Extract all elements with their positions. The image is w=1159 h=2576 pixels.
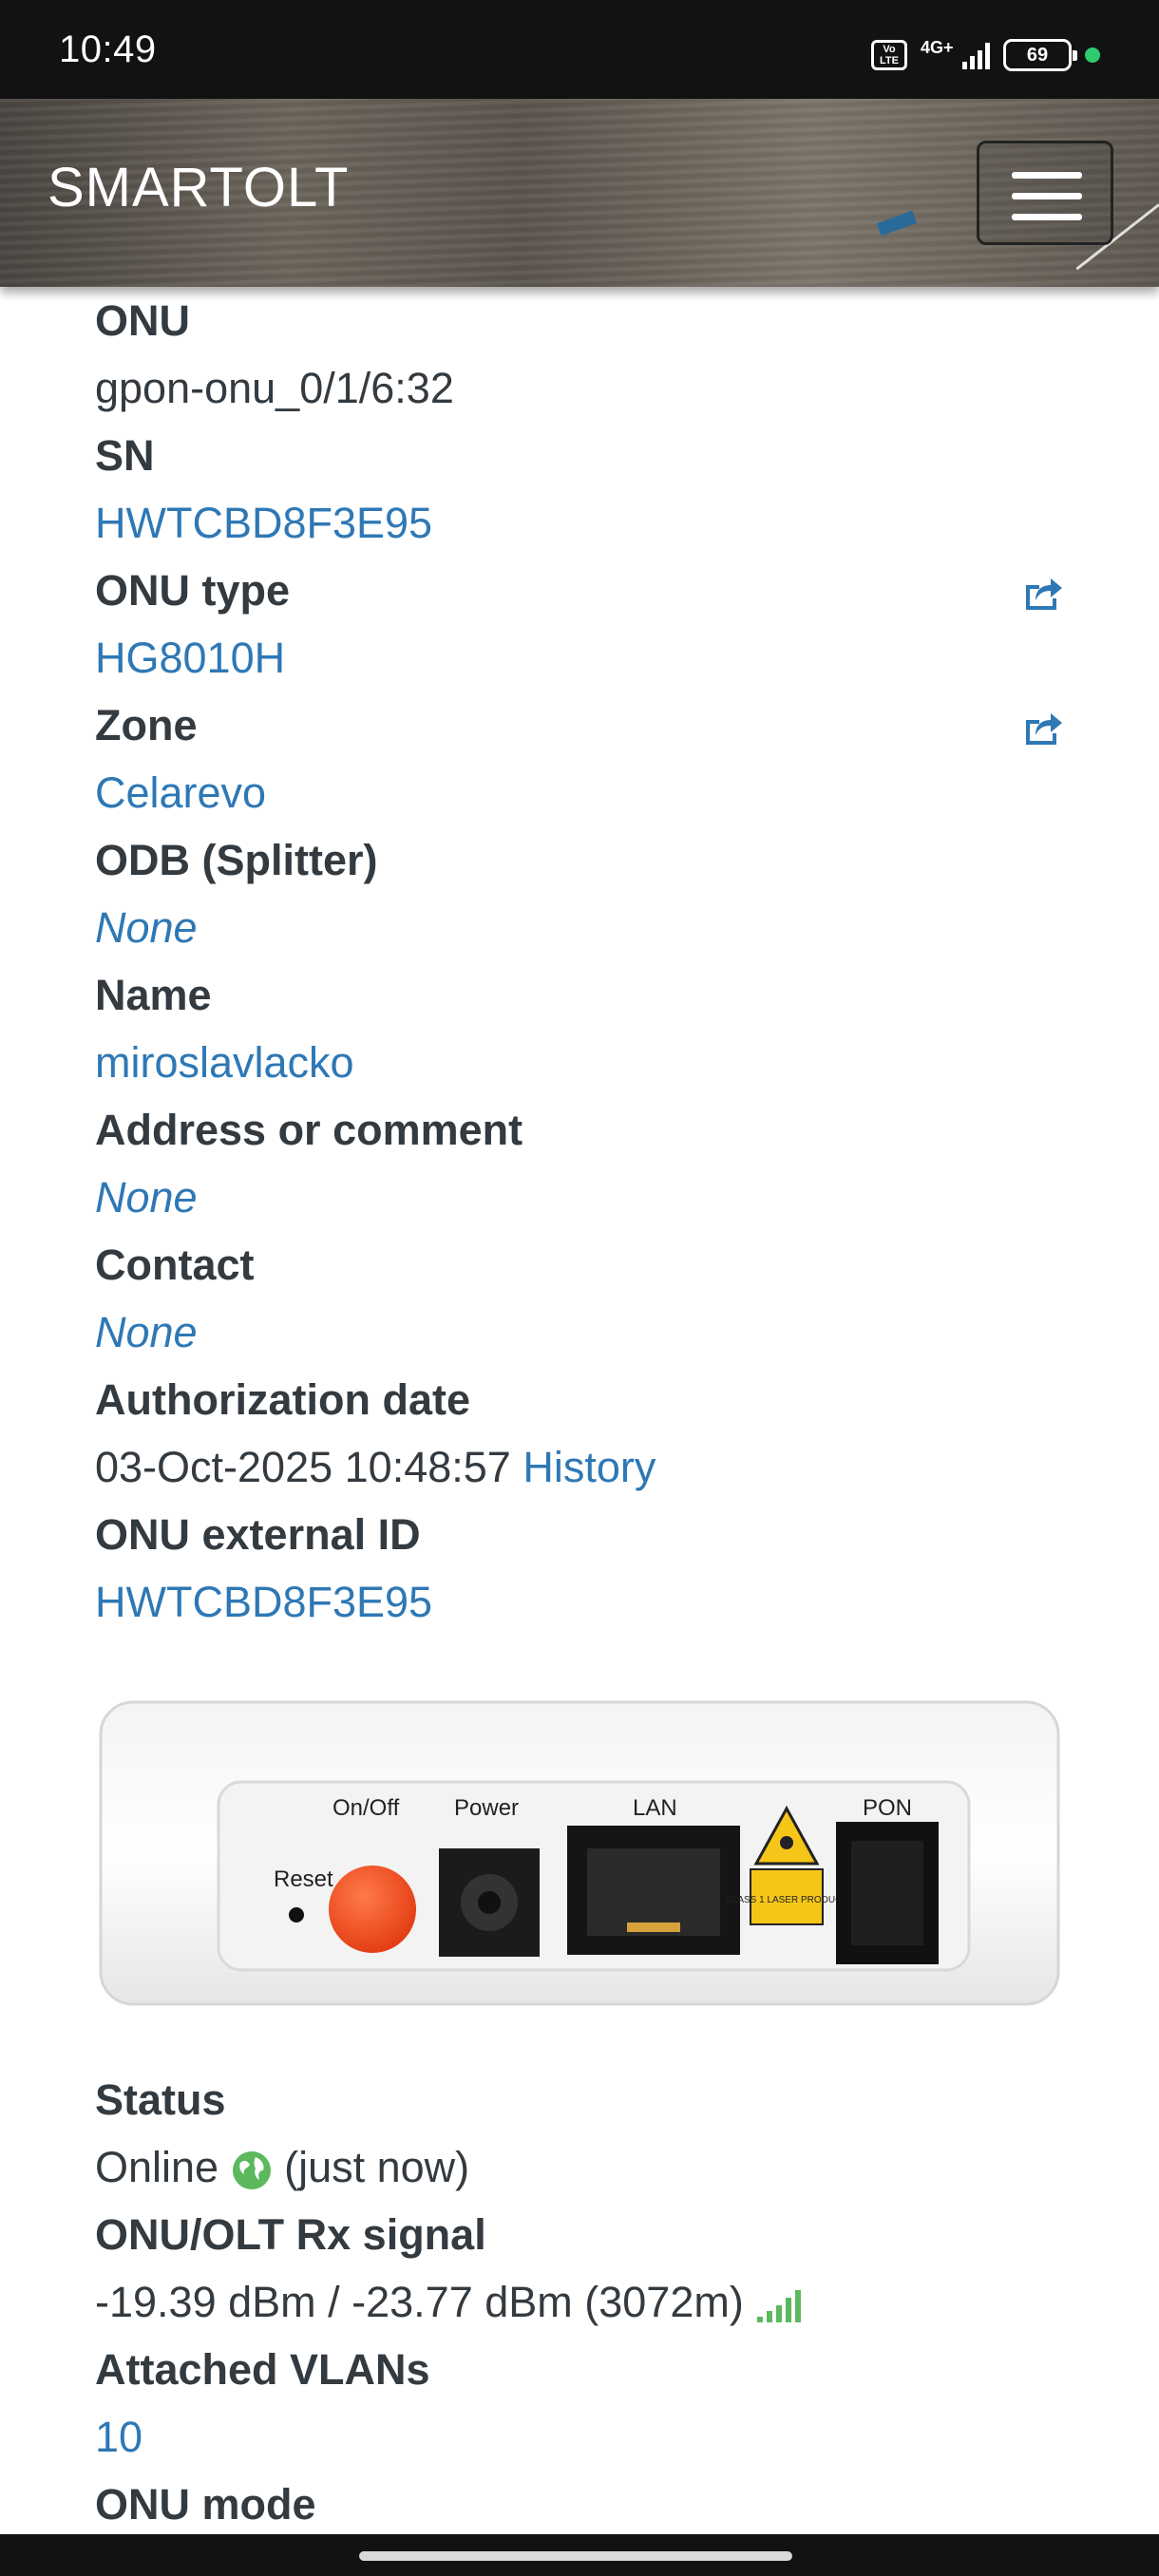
onu-type-label-text: ONU type bbox=[95, 566, 291, 615]
hamburger-menu-icon-line bbox=[1012, 214, 1082, 220]
lan-label: LAN bbox=[633, 1795, 677, 1821]
battery-level: 69 bbox=[1026, 45, 1049, 66]
name-link[interactable]: miroslavlacko bbox=[95, 1029, 1064, 1096]
clock: 10:49 bbox=[59, 28, 157, 70]
onu-status-section: Status Online (just now) ONU/OLT Rx sign… bbox=[95, 2066, 1064, 2538]
attached-vlans-link[interactable]: 10 bbox=[95, 2403, 1064, 2471]
share-edit-icon[interactable] bbox=[1020, 574, 1064, 612]
authorization-date-value: 03-Oct-2025 10:48:57 bbox=[95, 1443, 511, 1491]
signal-bars-icon bbox=[757, 2290, 802, 2323]
address-link[interactable]: None bbox=[95, 1164, 1064, 1231]
zone-label-text: Zone bbox=[95, 701, 198, 749]
onu-label: ONU bbox=[95, 296, 190, 345]
zone-label: Zone bbox=[95, 691, 1064, 759]
external-id-label: ONU external ID bbox=[95, 1510, 421, 1559]
system-status-bar: 10:49 Vo LTE 4G+ 69 bbox=[0, 0, 1159, 99]
odb-splitter-link[interactable]: None bbox=[95, 894, 1064, 961]
globe-online-icon bbox=[232, 2151, 271, 2190]
share-edit-icon[interactable] bbox=[1020, 709, 1064, 747]
onu-value: gpon-onu_0/1/6:32 bbox=[95, 364, 454, 412]
status-row: Online (just now) bbox=[95, 2133, 1064, 2201]
hamburger-menu-icon bbox=[1012, 172, 1082, 179]
onu-details: ONU gpon-onu_0/1/6:32 SN HWTCBD8F3E95 ON… bbox=[95, 287, 1064, 1636]
rx-signal-value: -19.39 dBm / -23.77 dBm (3072m) bbox=[95, 2278, 744, 2326]
onu-mode-label: ONU mode bbox=[95, 2480, 316, 2529]
external-id-link[interactable]: HWTCBD8F3E95 bbox=[95, 1568, 1064, 1636]
status-when: (just now) bbox=[284, 2143, 470, 2191]
onu-device-image: Reset On/Off Power LAN CLASS 1 LASER PRO… bbox=[99, 1700, 1060, 2006]
power-button-image bbox=[329, 1866, 416, 1953]
sn-link[interactable]: HWTCBD8F3E95 bbox=[95, 489, 1064, 557]
onu-type-link[interactable]: HG8010H bbox=[95, 624, 1064, 691]
reset-label: Reset bbox=[274, 1866, 333, 1892]
contact-label: Contact bbox=[95, 1241, 255, 1289]
status-value: Online bbox=[95, 2143, 219, 2191]
zone-link[interactable]: Celarevo bbox=[95, 759, 1064, 826]
authorization-date-label: Authorization date bbox=[95, 1375, 470, 1424]
signal-strength-icon bbox=[962, 41, 990, 69]
sn-label: SN bbox=[95, 431, 155, 480]
status-icons: Vo LTE 4G+ 69 bbox=[871, 36, 1100, 74]
network-type-label: 4G+ bbox=[921, 38, 954, 57]
reset-hole bbox=[289, 1907, 304, 1923]
pon-label: PON bbox=[863, 1795, 912, 1821]
authorization-date-row: 03-Oct-2025 10:48:57 History bbox=[95, 1433, 1064, 1501]
hamburger-menu-button[interactable] bbox=[977, 141, 1113, 245]
rx-signal-row: -19.39 dBm / -23.77 dBm (3072m) bbox=[95, 2268, 1064, 2336]
history-link[interactable]: History bbox=[522, 1443, 656, 1491]
volte-icon: Vo LTE bbox=[871, 40, 907, 70]
power-label: Power bbox=[454, 1795, 519, 1821]
onu-type-label: ONU type bbox=[95, 557, 1064, 624]
address-label: Address or comment bbox=[95, 1106, 523, 1154]
laser-class-label: CLASS 1 LASER PRODUCT bbox=[726, 1895, 848, 1905]
hamburger-menu-icon-line bbox=[1012, 193, 1082, 199]
name-label: Name bbox=[95, 971, 212, 1019]
battery-icon: 69 bbox=[1003, 39, 1077, 71]
background-texture-mark bbox=[876, 210, 918, 237]
rx-signal-label: ONU/OLT Rx signal bbox=[95, 2210, 486, 2259]
odb-splitter-label: ODB (Splitter) bbox=[95, 836, 378, 884]
system-navigation-bar bbox=[0, 2534, 1159, 2576]
contact-link[interactable]: None bbox=[95, 1298, 1064, 1366]
home-indicator[interactable] bbox=[359, 2551, 792, 2561]
status-label: Status bbox=[95, 2075, 226, 2124]
brand-logo-text[interactable]: SMARTOLT bbox=[48, 156, 349, 219]
top-navbar: SMARTOLT bbox=[0, 99, 1159, 287]
attached-vlans-label: Attached VLANs bbox=[95, 2345, 430, 2394]
network-type-icon: 4G+ bbox=[921, 38, 954, 70]
on-off-label: On/Off bbox=[332, 1795, 400, 1821]
privacy-indicator-dot bbox=[1085, 47, 1100, 63]
